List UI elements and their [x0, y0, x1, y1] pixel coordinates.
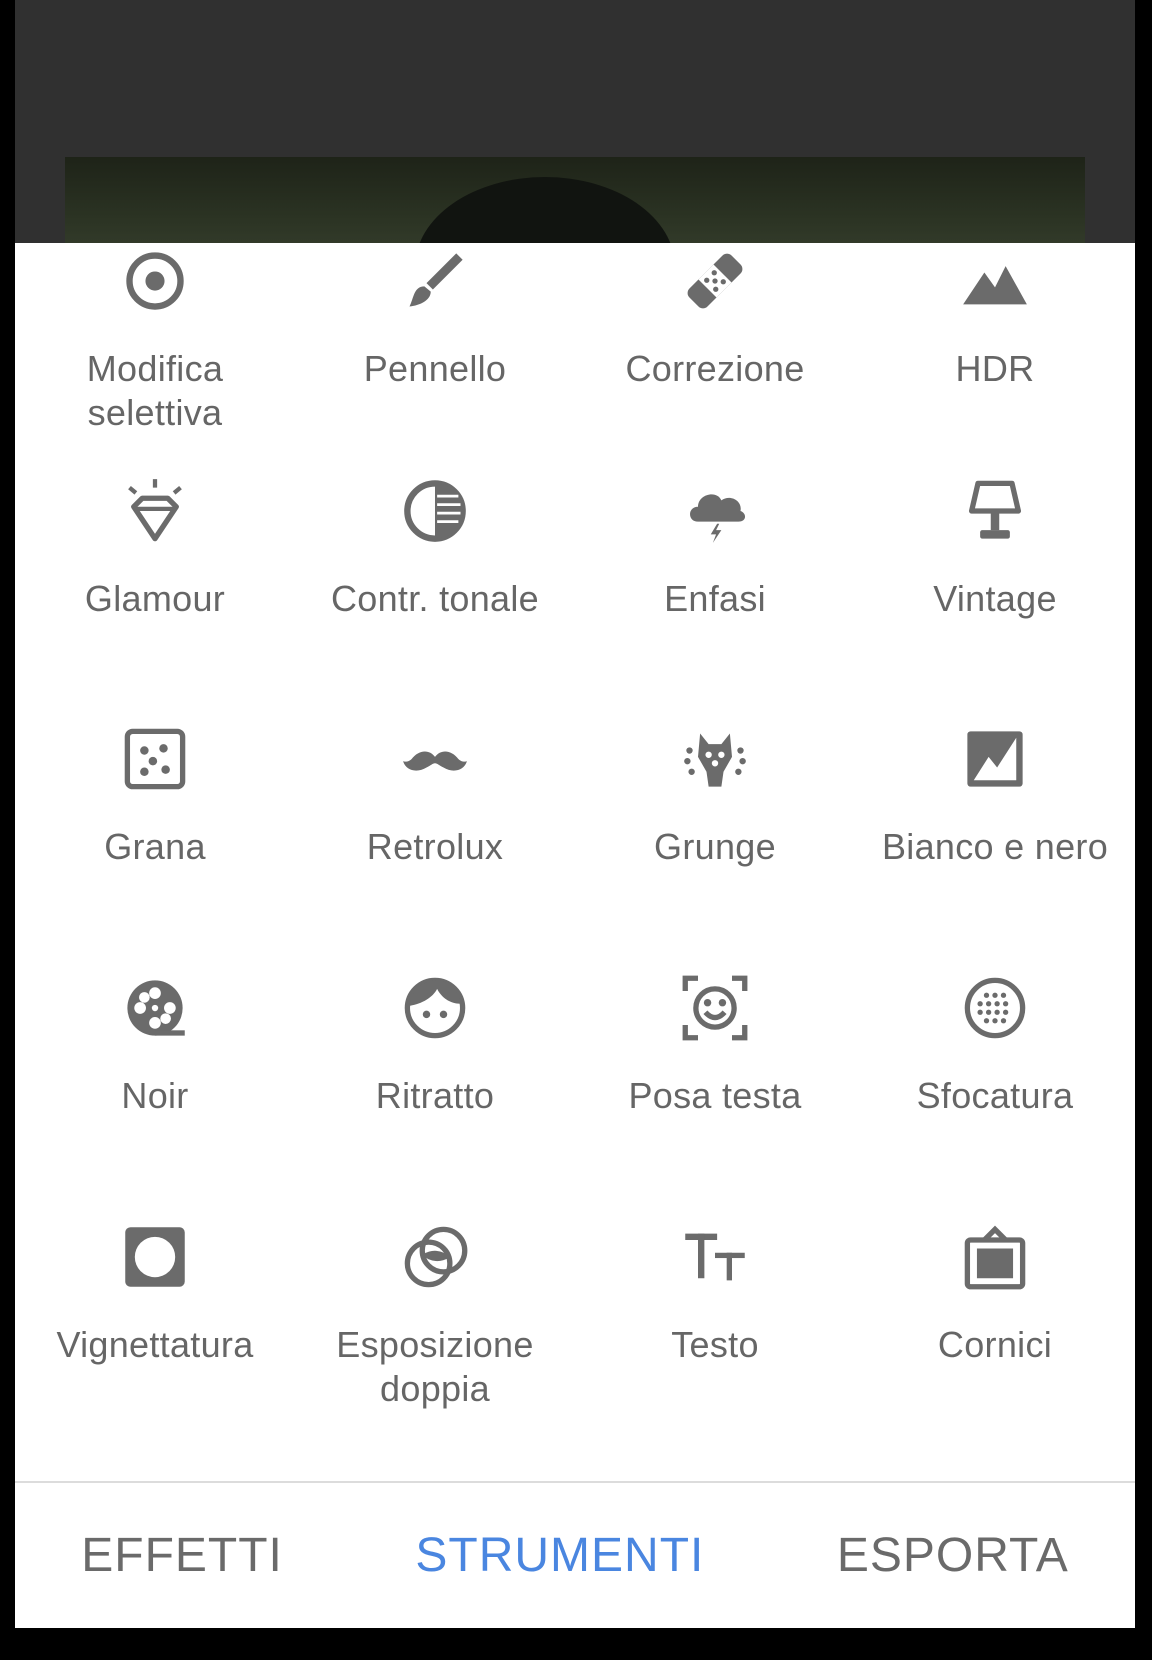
- tool-label: Retrolux: [366, 826, 504, 867]
- tool-head-pose[interactable]: Posa testa: [575, 968, 855, 1208]
- tool-label: Noir: [121, 1075, 189, 1116]
- drama-cloud-icon: [675, 471, 755, 551]
- hdr-mountain-icon: [955, 243, 1035, 321]
- tool-drama-cloud[interactable]: Enfasi: [575, 471, 855, 711]
- tool-label: Grunge: [654, 826, 776, 867]
- tool-noir-film-reel[interactable]: Noir: [15, 968, 295, 1208]
- tool-glamour-diamond[interactable]: Glamour: [15, 471, 295, 711]
- tool-tonal-contrast[interactable]: Contr. tonale: [295, 471, 575, 711]
- brush-icon: [395, 243, 475, 321]
- tool-label: Cornici: [937, 1324, 1053, 1365]
- photo-preview[interactable]: [65, 157, 1085, 357]
- tool-label: Vignettatura: [56, 1324, 254, 1365]
- text-icon: [675, 1217, 755, 1297]
- tool-label: Contr. tonale: [330, 578, 540, 619]
- tool-frames[interactable]: Cornici: [855, 1217, 1135, 1457]
- tool-grunge[interactable]: Grunge: [575, 719, 855, 959]
- frames-icon: [955, 1217, 1035, 1297]
- tool-grainy-film[interactable]: Grana: [15, 719, 295, 959]
- portrait-face-icon: [395, 968, 475, 1048]
- tab-strumenti[interactable]: STRUMENTI: [395, 1518, 724, 1593]
- tool-selective[interactable]: Modifica selettiva: [15, 243, 295, 481]
- tool-lens-blur[interactable]: Sfocatura: [855, 968, 1135, 1208]
- vintage-lamp-icon: [955, 471, 1035, 551]
- bottom-tab-bar: EFFETTI STRUMENTI ESPORTA: [15, 1483, 1135, 1628]
- tool-label: Ritratto: [375, 1075, 495, 1116]
- tool-label: Pennello: [363, 348, 507, 389]
- grainy-film-icon: [115, 719, 195, 799]
- tool-vintage-lamp[interactable]: Vintage: [855, 471, 1135, 711]
- tool-label: Grana: [104, 826, 206, 867]
- tool-text[interactable]: Testo: [575, 1217, 855, 1457]
- tool-retrolux-mustache[interactable]: Retrolux: [295, 719, 575, 959]
- tool-label: Vintage: [933, 578, 1057, 619]
- tool-portrait-face[interactable]: Ritratto: [295, 968, 575, 1208]
- tool-vignette[interactable]: Vignettatura: [15, 1217, 295, 1457]
- tool-label: Correzione: [625, 348, 805, 389]
- healing-icon: [675, 243, 755, 321]
- lens-blur-icon: [955, 968, 1035, 1048]
- tool-label: HDR: [955, 348, 1035, 389]
- tool-label: Testo: [671, 1324, 759, 1365]
- tool-label: Glamour: [84, 578, 226, 619]
- double-exposure-icon: [395, 1217, 475, 1297]
- tool-label: Posa testa: [628, 1075, 802, 1116]
- grunge-icon: [675, 719, 755, 799]
- tab-esporta[interactable]: ESPORTA: [817, 1518, 1089, 1593]
- tool-label: Modifica selettiva: [86, 348, 224, 433]
- tab-effetti[interactable]: EFFETTI: [61, 1518, 303, 1593]
- tool-label: Esposizione doppia: [336, 1324, 534, 1409]
- tool-label: Bianco e nero: [881, 826, 1109, 867]
- tool-hdr-mountain[interactable]: HDR: [855, 243, 1135, 481]
- vignette-icon: [115, 1217, 195, 1297]
- glamour-diamond-icon: [115, 471, 195, 551]
- tool-label: Enfasi: [664, 578, 766, 619]
- screen: Modifica selettiva Pennello Correzione HDR G…: [15, 0, 1135, 1628]
- tonal-contrast-icon: [395, 471, 475, 551]
- tool-black-white[interactable]: Bianco e nero: [855, 719, 1135, 959]
- selective-icon: [115, 243, 195, 321]
- tool-brush[interactable]: Pennello: [295, 243, 575, 481]
- tool-label: Sfocatura: [916, 1075, 1074, 1116]
- noir-film-reel-icon: [115, 968, 195, 1048]
- tools-sheet: Modifica selettiva Pennello Correzione HDR G…: [15, 243, 1135, 1628]
- black-white-icon: [955, 719, 1035, 799]
- tool-double-exposure[interactable]: Esposizione doppia: [295, 1217, 575, 1457]
- tool-healing[interactable]: Correzione: [575, 243, 855, 481]
- retrolux-mustache-icon: [395, 719, 475, 799]
- head-pose-icon: [675, 968, 755, 1048]
